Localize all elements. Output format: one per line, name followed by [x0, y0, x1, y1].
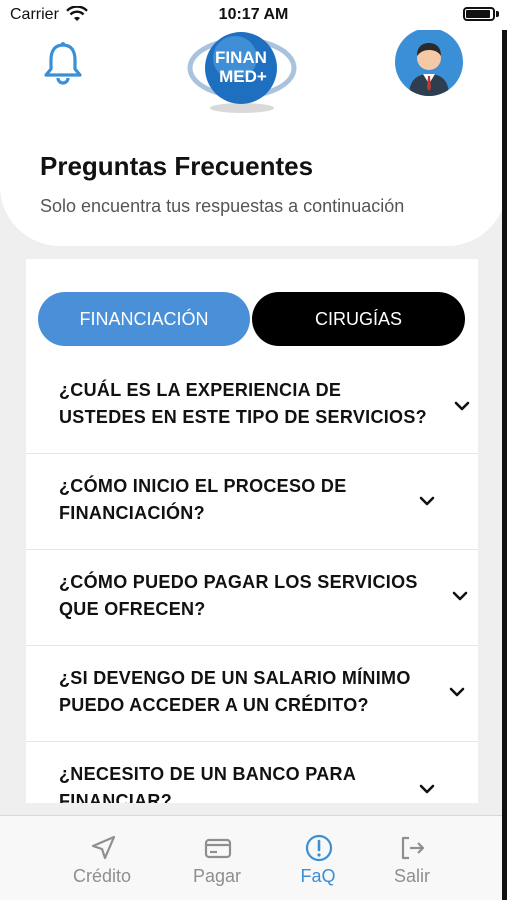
header-card: FINAN MED+ Preguntas Frecuentes Solo enc… [0, 0, 507, 246]
page-title: Preguntas Frecuentes [40, 151, 314, 181]
nav-label: Crédito [72, 866, 132, 886]
faq-item[interactable]: ¿SI DEVENGO DE UN SALARIO MÍNIMO PUEDO A… [26, 646, 478, 742]
nav-pagar[interactable]: Pagar [167, 816, 267, 900]
faq-item[interactable]: ¿CÓMO PUEDO PAGAR LOS SERVICIOS QUE OFRE… [26, 550, 478, 646]
logo-line2: MED+ [219, 67, 267, 86]
faq-list: ¿CUÁL ES LA EXPERIENCIA DE USTEDES EN ES… [26, 358, 478, 803]
nav-salir[interactable]: Salir [362, 816, 462, 900]
nav-faq[interactable]: FaQ [268, 816, 368, 900]
profile-avatar[interactable] [395, 28, 463, 96]
nav-credito[interactable]: Crédito [52, 816, 152, 900]
faq-item[interactable]: ¿CÓMO INICIO EL PROCESO DE FINANCIACIÓN? [26, 454, 478, 550]
device-edge [502, 30, 507, 900]
credit-card-icon [204, 838, 232, 859]
faq-item[interactable]: ¿CUÁL ES LA EXPERIENCIA DE USTEDES EN ES… [26, 358, 478, 454]
exclamation-circle-icon [305, 834, 333, 862]
tab-financiacion[interactable]: FINANCIACIÓN [38, 292, 250, 346]
nav-label: FaQ [300, 866, 336, 886]
chevron-down-icon [419, 496, 435, 506]
bottom-tab-bar: Crédito Pagar FaQ Salir [0, 815, 507, 900]
faq-card: FINANCIACIÓN CIRUGÍAS ¿CUÁL ES LA EXPERI… [26, 259, 478, 803]
faq-question: ¿CUÁL ES LA EXPERIENCIA DE USTEDES EN ES… [59, 380, 427, 427]
chevron-down-icon [454, 401, 470, 411]
finanmed-logo: FINAN MED+ [187, 32, 297, 113]
faq-question: ¿SI DEVENGO DE UN SALARIO MÍNIMO PUEDO A… [59, 668, 411, 715]
faq-question: ¿CÓMO PUEDO PAGAR LOS SERVICIOS QUE OFRE… [59, 572, 418, 619]
tab-cirugias[interactable]: CIRUGÍAS [252, 292, 465, 346]
faq-item[interactable]: ¿NECESITO DE UN BANCO PARA FINANCIAR? [26, 742, 478, 803]
faq-question: ¿NECESITO DE UN BANCO PARA FINANCIAR? [59, 764, 356, 803]
logout-icon [401, 836, 425, 860]
chevron-down-icon [419, 784, 435, 794]
faq-question: ¿CÓMO INICIO EL PROCESO DE FINANCIACIÓN? [59, 476, 347, 523]
nav-label: Salir [393, 866, 430, 886]
user-icon [409, 43, 449, 96]
status-bar: Carrier 10:17 AM [0, 0, 507, 30]
chevron-down-icon [452, 591, 468, 601]
battery-cap [496, 11, 499, 17]
page-subtitle: Solo encuentra tus respuestas a continua… [40, 196, 405, 216]
battery-icon [463, 7, 495, 21]
nav-label: Pagar [192, 866, 242, 886]
chevron-down-icon [449, 687, 465, 697]
logo-line1: FINAN [215, 48, 267, 67]
bell-icon[interactable] [42, 40, 84, 86]
clock: 10:17 AM [218, 6, 289, 23]
send-arrow-icon [91, 835, 116, 860]
